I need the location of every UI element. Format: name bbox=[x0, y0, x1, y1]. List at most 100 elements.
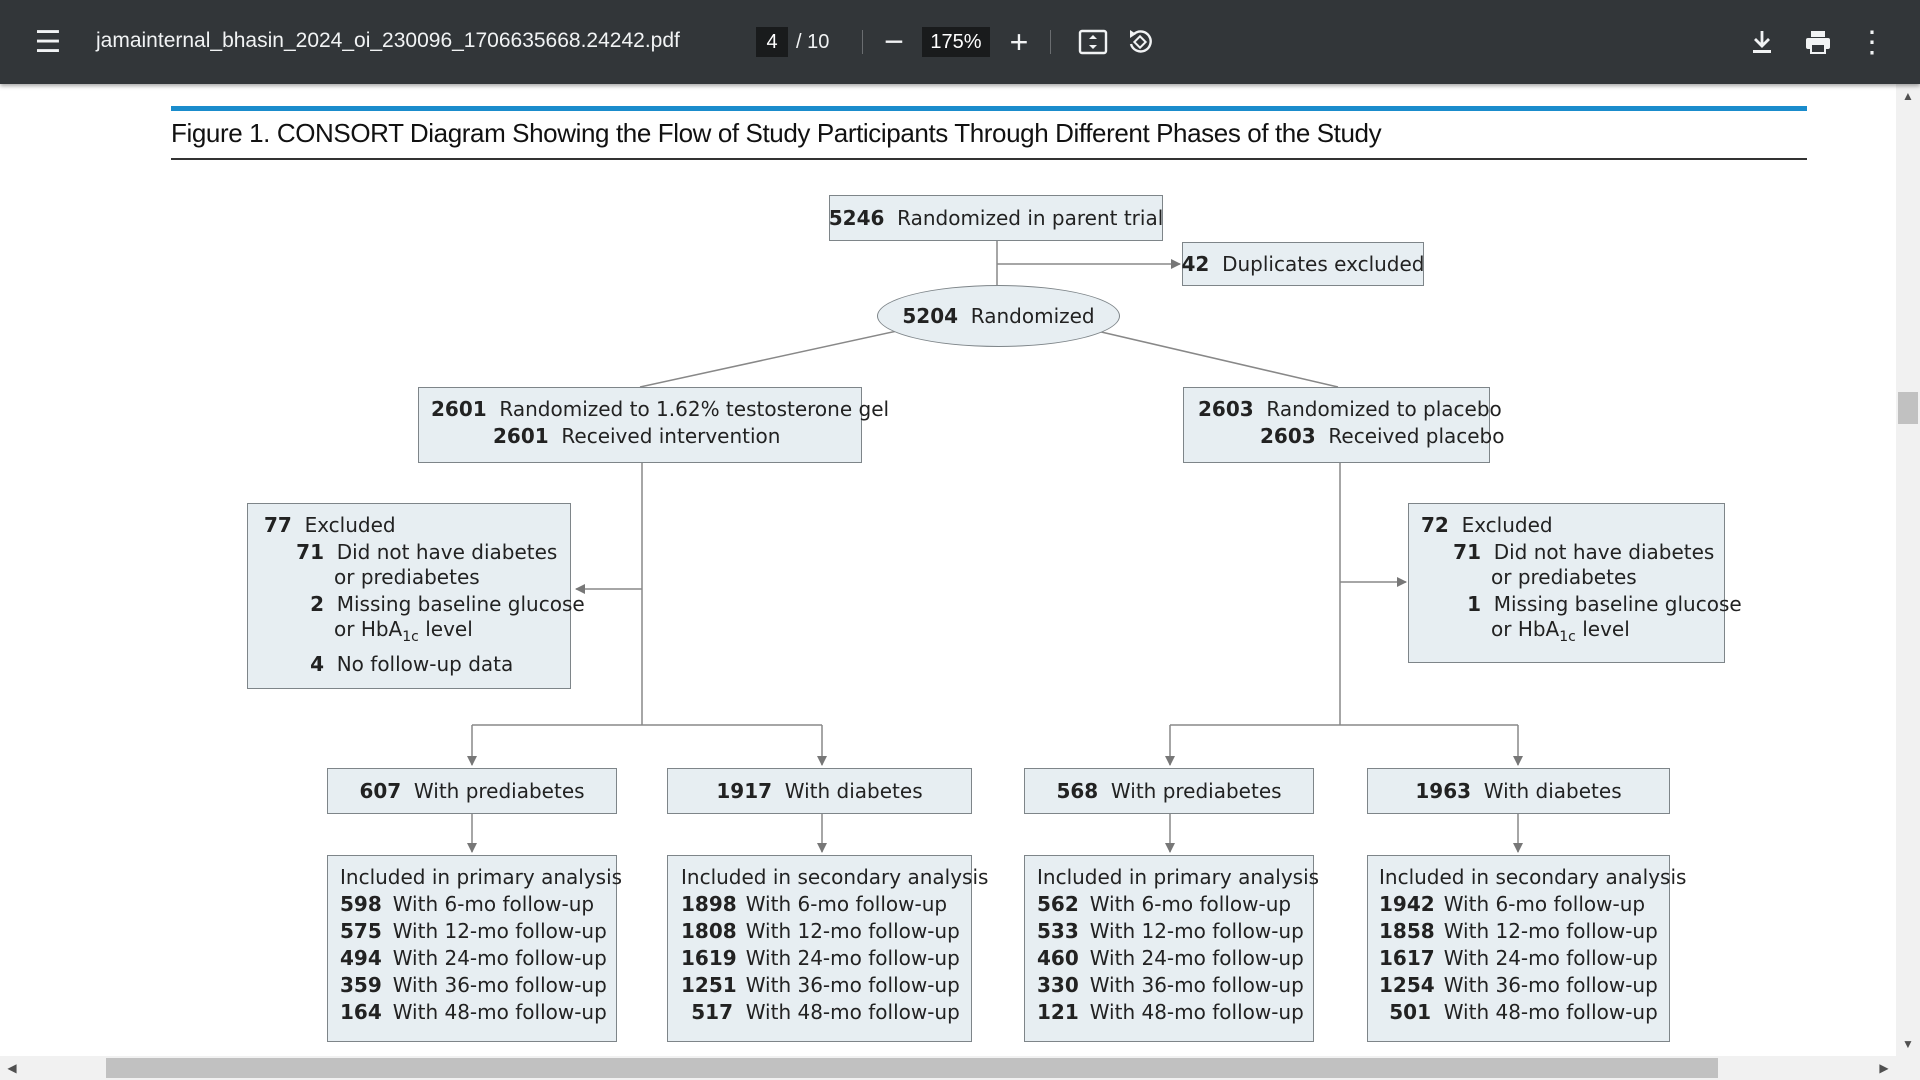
subgroup-box: 1963 With diabetes bbox=[1367, 768, 1670, 814]
analysis-title: Included in secondary analysis bbox=[681, 865, 989, 889]
label: Did not have diabetes bbox=[1493, 540, 1715, 564]
subgroup-box: 607 With prediabetes bbox=[327, 768, 617, 814]
subgroup-box: 568 With prediabetes bbox=[1024, 768, 1314, 814]
label: With 24-mo follow-up bbox=[745, 946, 960, 970]
label: or prediabetes bbox=[334, 565, 480, 589]
count: 1619 bbox=[681, 946, 737, 970]
label: With 6-mo follow-up bbox=[392, 892, 595, 916]
analysis-box: Included in primary analysis 562 With 6-… bbox=[1024, 855, 1320, 1042]
pdf-toolbar: ☰ jamainternal_bhasin_2024_oi_230096_170… bbox=[0, 0, 1920, 84]
toolbar-divider bbox=[862, 30, 863, 54]
fit-page-button[interactable] bbox=[1072, 22, 1114, 62]
label: With 6-mo follow-up bbox=[745, 892, 948, 916]
count: 42 bbox=[1181, 251, 1210, 276]
more-vert-icon[interactable]: ⋮ bbox=[1852, 22, 1892, 62]
label: With 6-mo follow-up bbox=[1443, 892, 1646, 916]
label: With 36-mo follow-up bbox=[745, 973, 960, 997]
count: 5246 bbox=[828, 205, 885, 230]
label: With 36-mo follow-up bbox=[392, 973, 607, 997]
count: 5204 bbox=[902, 304, 959, 328]
analysis-title: Included in primary analysis bbox=[1037, 865, 1320, 889]
count: 72 bbox=[1421, 513, 1449, 537]
label: level bbox=[1582, 617, 1630, 641]
vertical-scrollbar[interactable] bbox=[1896, 84, 1920, 1056]
subgroup-box: 1917 With diabetes bbox=[667, 768, 972, 814]
document-viewport[interactable]: Figure 1. CONSORT Diagram Showing the Fl… bbox=[0, 84, 1896, 1056]
label: Randomized in parent trial bbox=[897, 205, 1164, 230]
scroll-right-icon[interactable]: ▶ bbox=[1872, 1056, 1896, 1080]
label: With 36-mo follow-up bbox=[1443, 973, 1658, 997]
horizontal-scroll-thumb[interactable] bbox=[106, 1058, 1718, 1078]
placebo-arm-box: 2603 Randomized to placebo 2603 Received… bbox=[1183, 387, 1504, 463]
count: 562 bbox=[1037, 892, 1079, 916]
zoom-in-button[interactable]: + bbox=[1000, 22, 1038, 62]
label: Randomized to placebo bbox=[1266, 397, 1502, 421]
menu-icon[interactable]: ☰ bbox=[28, 22, 68, 62]
subscript: 1c bbox=[402, 629, 419, 645]
print-icon bbox=[1806, 31, 1830, 54]
count: 1942 bbox=[1379, 892, 1435, 916]
placebo-excluded-box: 72 Excluded 71 Did not have diabetes or … bbox=[1408, 503, 1742, 663]
label: or HbA bbox=[334, 617, 403, 641]
duplicates-excluded-box: 42 Duplicates excluded bbox=[1181, 242, 1425, 286]
scroll-left-icon[interactable]: ◀ bbox=[0, 1056, 24, 1080]
label: With 48-mo follow-up bbox=[392, 1000, 607, 1024]
label: Randomized to 1.62% testosterone gel bbox=[499, 397, 890, 421]
scroll-down-icon[interactable]: ▼ bbox=[1896, 1032, 1920, 1056]
parent-trial-box: 5246 Randomized in parent trial bbox=[829, 195, 1163, 241]
label: With diabetes bbox=[784, 778, 923, 803]
count: 2603 bbox=[1198, 397, 1254, 421]
count: 1251 bbox=[681, 973, 737, 997]
count: 1917 bbox=[716, 778, 773, 803]
label: or HbA bbox=[1491, 617, 1560, 641]
zoom-out-button[interactable]: − bbox=[876, 22, 912, 62]
zoom-level-input[interactable]: 175% bbox=[922, 27, 990, 57]
scroll-up-icon[interactable]: ▲ bbox=[1896, 84, 1920, 108]
count: 1 bbox=[1467, 592, 1481, 616]
label: Excluded bbox=[1461, 513, 1553, 537]
label: With 48-mo follow-up bbox=[1089, 1000, 1304, 1024]
analysis-title: Included in secondary analysis bbox=[1379, 865, 1687, 889]
label: With 12-mo follow-up bbox=[1089, 919, 1304, 943]
testosterone-arm-box: 2601 Randomized to 1.62% testosterone ge… bbox=[418, 387, 889, 463]
label: With diabetes bbox=[1483, 778, 1622, 803]
count: 494 bbox=[340, 946, 382, 970]
count: 4 bbox=[310, 652, 324, 676]
count: 359 bbox=[340, 973, 382, 997]
label: level bbox=[425, 617, 473, 641]
page-total: / 10 bbox=[796, 31, 830, 53]
label: With 12-mo follow-up bbox=[1443, 919, 1658, 943]
count: 71 bbox=[296, 540, 324, 564]
download-icon bbox=[1753, 31, 1771, 53]
label: With 24-mo follow-up bbox=[1089, 946, 1304, 970]
label: Randomized bbox=[970, 304, 1095, 328]
print-button[interactable] bbox=[1798, 22, 1838, 62]
vertical-scroll-thumb[interactable] bbox=[1898, 392, 1918, 424]
count: 1898 bbox=[681, 892, 737, 916]
count: 607 bbox=[359, 778, 402, 803]
count: 533 bbox=[1037, 919, 1079, 943]
analysis-box: Included in secondary analysis 1898 With… bbox=[667, 855, 989, 1042]
label: With 48-mo follow-up bbox=[745, 1000, 960, 1024]
toolbar-divider bbox=[1050, 30, 1051, 54]
fit-page-icon bbox=[1078, 29, 1108, 55]
page-number-input[interactable]: 4 bbox=[756, 27, 788, 57]
count: 568 bbox=[1056, 778, 1099, 803]
count: 77 bbox=[264, 513, 292, 537]
label: Missing baseline glucose bbox=[336, 592, 585, 616]
label: Received placebo bbox=[1328, 424, 1505, 448]
label: With 24-mo follow-up bbox=[1443, 946, 1658, 970]
count: 164 bbox=[340, 1000, 382, 1024]
label: Did not have diabetes bbox=[336, 540, 558, 564]
rotate-button[interactable] bbox=[1120, 22, 1160, 62]
count: 330 bbox=[1037, 973, 1079, 997]
count: 2 bbox=[310, 592, 324, 616]
count: 1254 bbox=[1379, 973, 1435, 997]
label: Missing baseline glucose bbox=[1493, 592, 1742, 616]
label: No follow-up data bbox=[336, 652, 514, 676]
download-button[interactable] bbox=[1742, 22, 1782, 62]
label: With 12-mo follow-up bbox=[392, 919, 607, 943]
count: 1617 bbox=[1379, 946, 1435, 970]
minus-icon: − bbox=[884, 22, 904, 61]
label: or prediabetes bbox=[1491, 565, 1637, 589]
